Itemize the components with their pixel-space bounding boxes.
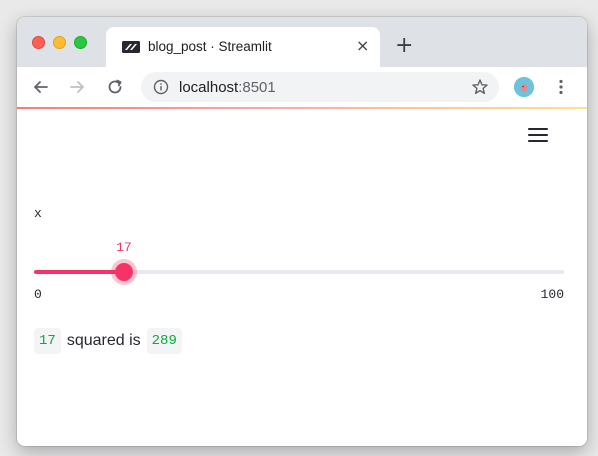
- tab-close-icon[interactable]: ×: [356, 37, 369, 55]
- slider-label: x: [34, 206, 42, 221]
- browser-window: blog_post · Streamlit × + localhost:8501: [17, 17, 587, 446]
- reload-icon[interactable]: [105, 77, 125, 97]
- browser-toolbar: localhost:8501: [17, 67, 587, 107]
- output-code-value: 289: [146, 328, 182, 354]
- info-icon[interactable]: [153, 79, 169, 95]
- slider-min-label: 0: [34, 287, 42, 302]
- result-text: squared is: [66, 332, 141, 349]
- minimize-window-button[interactable]: [53, 36, 66, 49]
- new-tab-button[interactable]: +: [395, 35, 413, 57]
- streamlit-favicon-icon: [122, 41, 140, 53]
- url-text[interactable]: localhost:8501: [179, 79, 276, 96]
- input-code-value: 17: [34, 328, 61, 354]
- kebab-menu-icon[interactable]: [555, 77, 567, 97]
- address-bar[interactable]: localhost:8501: [141, 72, 499, 102]
- star-icon[interactable]: [471, 78, 489, 96]
- close-window-button[interactable]: [32, 36, 45, 49]
- url-host: localhost: [179, 79, 239, 96]
- result-line: 17 squared is 289: [34, 327, 182, 355]
- tab-title: blog_post · Streamlit: [148, 39, 272, 54]
- app-content: x 17 0 100 17 squared is 289: [17, 109, 587, 446]
- slider-max-label: 100: [540, 287, 564, 302]
- slider-track[interactable]: [34, 263, 564, 281]
- forward-arrow-icon[interactable]: [67, 77, 87, 97]
- url-port: :8501: [238, 79, 276, 96]
- slider-current-value: 17: [116, 240, 132, 255]
- slider-thumb[interactable]: [115, 263, 134, 281]
- browser-tab[interactable]: blog_post · Streamlit ×: [106, 27, 380, 67]
- zoom-window-button[interactable]: [74, 36, 87, 49]
- tab-bar: blog_post · Streamlit × +: [17, 17, 587, 67]
- profile-avatar-icon[interactable]: [514, 77, 534, 97]
- hamburger-menu-icon[interactable]: [528, 125, 548, 145]
- back-arrow-icon[interactable]: [31, 77, 51, 97]
- slider-filled-track: [34, 270, 125, 274]
